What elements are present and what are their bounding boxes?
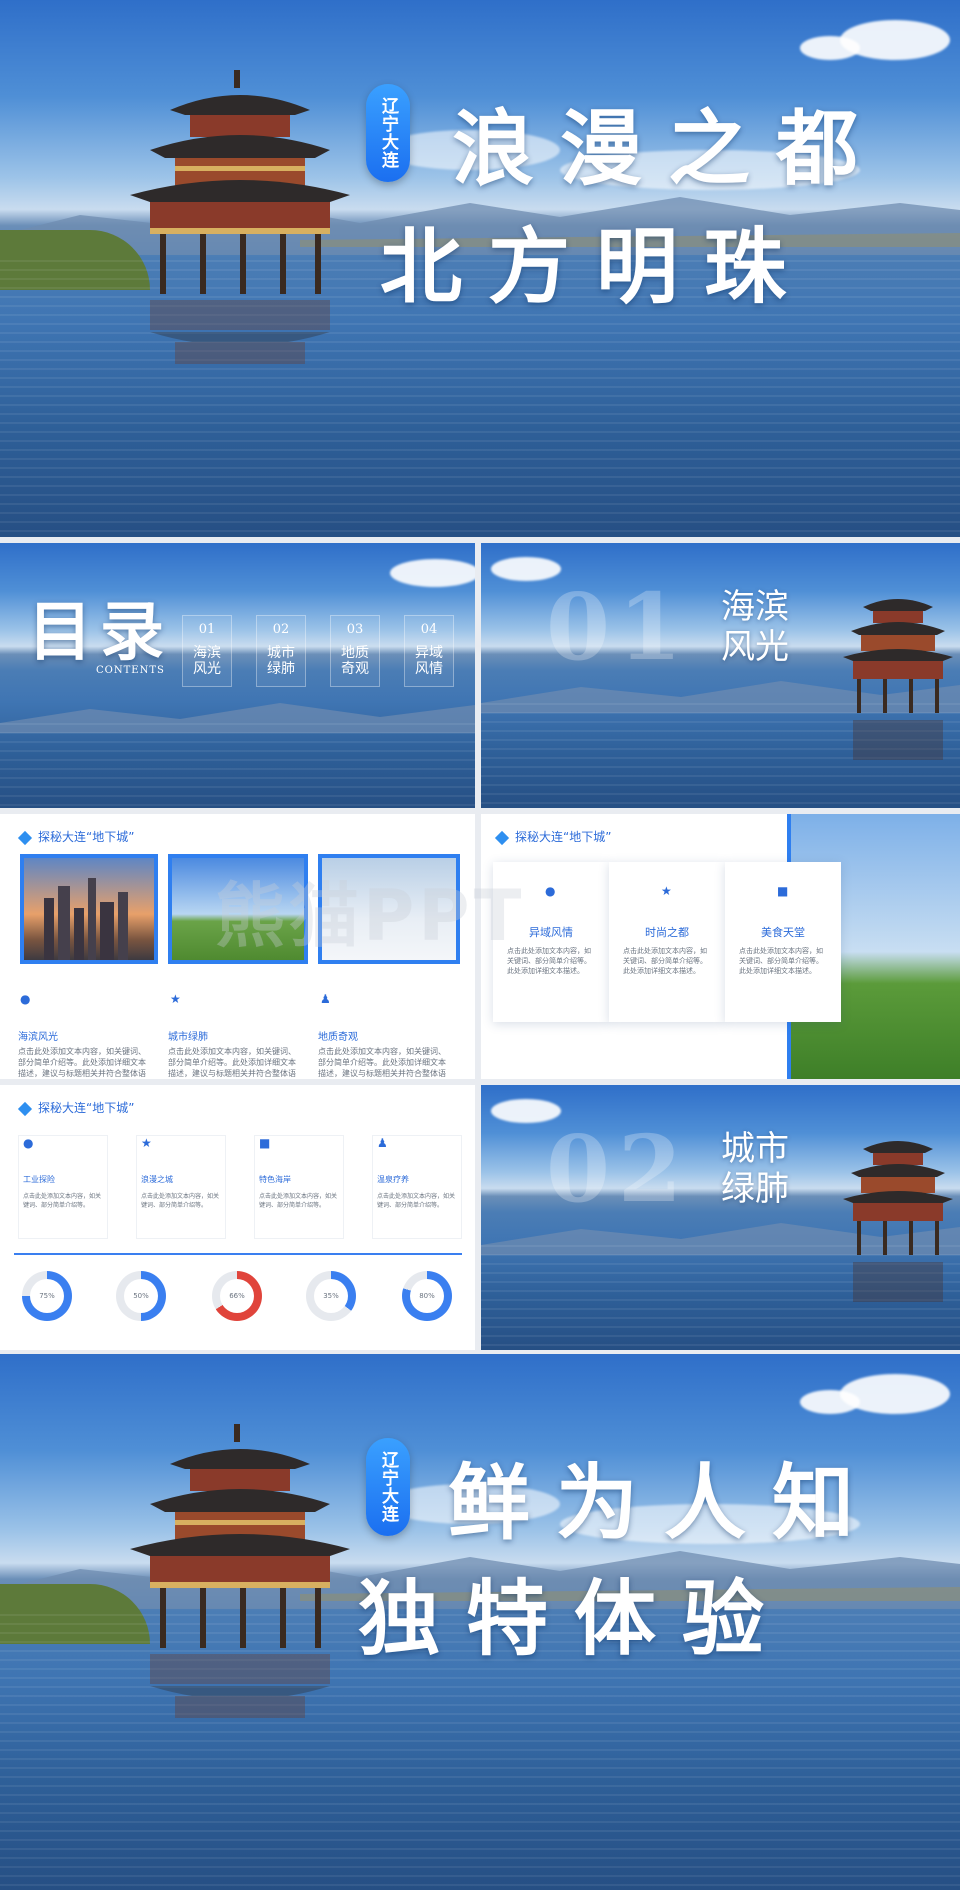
section-title: 城市绿肺: [721, 1129, 789, 1209]
toc-item-number: 04: [420, 622, 438, 637]
column-text: 点击此处添加文本内容，如关键词、部分简单介绍等。: [377, 1193, 456, 1209]
toc-item-label: 城市绿肺: [267, 645, 295, 677]
slide-collage: 辽宁大连 浪漫之都 北方明珠 目录 CONTENTS 01 海滨风光 02 城市…: [0, 0, 960, 1890]
toc-item[interactable]: 02 城市绿肺: [256, 615, 306, 687]
watermark: 熊猫PPT: [215, 875, 526, 957]
hero-title-line1: 浪漫之都: [452, 101, 885, 197]
progress-ring-label: 50%: [124, 1279, 158, 1313]
column: ♟ 温泉疗养 点击此处添加文本内容，如关键词、部分简单介绍等。: [372, 1135, 462, 1239]
pavilion: [843, 599, 953, 760]
item-title: 地质奇观: [318, 1032, 358, 1043]
info-card: ■ 美食天堂 点击此处添加文本内容，如关键词、部分简单介绍等。此处添加详细文本描…: [725, 862, 841, 1022]
column-text: 点击此处添加文本内容，如关键词、部分简单介绍等。: [141, 1193, 220, 1209]
toc-item[interactable]: 03 地质奇观: [330, 615, 380, 687]
column: ■ 特色海岸 点击此处添加文本内容，如关键词、部分简单介绍等。: [254, 1135, 344, 1239]
slide-header: 探秘大连“地下城”: [494, 828, 611, 845]
divider-line: [14, 1253, 462, 1255]
helmet-icon: ●: [20, 992, 31, 1006]
column-title: 工业探险: [23, 1175, 55, 1184]
chat-icon: ■: [777, 884, 789, 898]
pavilion: [130, 1424, 350, 1718]
progress-ring-label: 75%: [30, 1279, 64, 1313]
slide-header: 探秘大连“地下城”: [17, 828, 134, 845]
star-icon: ★: [661, 884, 672, 898]
section-title: 海滨风光: [721, 587, 789, 667]
column: ★ 浪漫之城 点击此处添加文本内容，如关键词、部分简单介绍等。: [136, 1135, 226, 1239]
section-01-slide: 01 海滨风光: [481, 543, 960, 808]
toc-slide: 目录 CONTENTS 01 海滨风光 02 城市绿肺 03 地质奇观 04 异…: [0, 543, 475, 808]
card-title: 时尚之都: [645, 926, 689, 939]
star-icon: ★: [170, 992, 181, 1006]
progress-ring: 80%: [402, 1271, 452, 1321]
content-slide-b: 探秘大连“地下城” ● 异域风情 点击此处添加文本内容，如关键词、部分简单介绍等…: [481, 814, 960, 1079]
content-slide-c: 探秘大连“地下城” ● 工业探险 点击此处添加文本内容，如关键词、部分简单介绍等…: [0, 1085, 475, 1350]
diamond-icon: [494, 830, 510, 845]
info-card: ★ 时尚之都 点击此处添加文本内容，如关键词、部分简单介绍等。此处添加详细文本描…: [609, 862, 725, 1022]
toc-item[interactable]: 04 异域风情: [404, 615, 454, 687]
column-title: 特色海岸: [259, 1175, 291, 1184]
toc-item-number: 01: [198, 622, 216, 637]
item-text: 点击此处添加文本内容，如关键词、部分简单介绍等。此处添加详细文本描述，建议与标题…: [318, 1047, 446, 1078]
item-text: 点击此处添加文本内容，如关键词、部分简单介绍等。此处添加详细文本描述，建议与标题…: [18, 1047, 146, 1078]
star-icon: ★: [141, 1136, 152, 1150]
closing-slide: 辽宁大连 鲜为人知 独特体验: [0, 1354, 960, 1890]
column: ● 工业探险 点击此处添加文本内容，如关键词、部分简单介绍等。: [18, 1135, 108, 1239]
card-text: 点击此处添加文本内容，如关键词、部分简单介绍等。此处添加详细文本描述。: [623, 947, 707, 975]
section-number: 01: [546, 573, 691, 681]
column-title: 温泉疗养: [377, 1175, 409, 1184]
user-icon: ♟: [377, 1136, 388, 1150]
helmet-icon: ●: [545, 884, 556, 898]
progress-ring: 35%: [306, 1271, 356, 1321]
item-title: 城市绿肺: [168, 1032, 208, 1043]
progress-ring-label: 35%: [314, 1279, 348, 1313]
toc-item-label: 异域风情: [415, 645, 443, 677]
progress-ring-label: 66%: [220, 1279, 254, 1313]
toc-item[interactable]: 01 海滨风光: [182, 615, 232, 687]
progress-ring: 75%: [22, 1271, 72, 1321]
pavilion: [130, 70, 350, 364]
column-text: 点击此处添加文本内容，如关键词、部分简单介绍等。: [23, 1193, 102, 1209]
diamond-icon: [17, 830, 33, 845]
closing-badge: 辽宁大连: [366, 1438, 410, 1536]
column-text: 点击此处添加文本内容，如关键词、部分简单介绍等。: [259, 1193, 338, 1209]
closing-title-line1: 鲜为人知: [448, 1455, 881, 1551]
toc-title: 目录: [28, 595, 172, 670]
progress-ring-label: 80%: [410, 1279, 444, 1313]
pavilion: [843, 1141, 953, 1302]
user-icon: ♟: [320, 992, 331, 1006]
item-title: 海滨风光: [18, 1032, 58, 1043]
toc-item-number: 03: [346, 622, 364, 637]
progress-ring: 66%: [212, 1271, 262, 1321]
diamond-icon: [17, 1101, 33, 1116]
card-title: 美食天堂: [761, 926, 805, 939]
card-text: 点击此处添加文本内容，如关键词、部分简单介绍等。此处添加详细文本描述。: [739, 947, 823, 975]
item-text: 点击此处添加文本内容，如关键词、部分简单介绍等。此处添加详细文本描述，建议与标题…: [168, 1047, 296, 1078]
toc-item-label: 地质奇观: [341, 645, 369, 677]
skyline-graphic: [44, 878, 128, 960]
toc-item-label: 海滨风光: [193, 645, 221, 677]
helmet-icon: ●: [23, 1136, 34, 1150]
progress-ring: 50%: [116, 1271, 166, 1321]
hero-title-line2: 北方明珠: [380, 219, 813, 315]
chat-icon: ■: [259, 1136, 271, 1150]
toc-subtitle: CONTENTS: [96, 665, 165, 676]
slide-header: 探秘大连“地下城”: [17, 1099, 134, 1116]
hero-slide: 辽宁大连 浪漫之都 北方明珠: [0, 0, 960, 537]
column-title: 浪漫之城: [141, 1175, 173, 1184]
photo-city-sunset: [20, 854, 158, 964]
hero-badge: 辽宁大连: [366, 84, 410, 182]
section-02-slide: 02 城市绿肺: [481, 1085, 960, 1350]
closing-title-line2: 独特体验: [358, 1571, 791, 1667]
section-number: 02: [546, 1115, 691, 1223]
toc-item-number: 02: [272, 622, 290, 637]
